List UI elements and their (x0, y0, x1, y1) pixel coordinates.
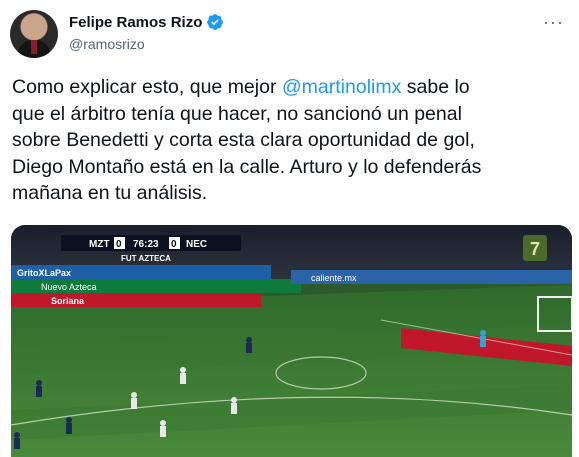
mention-link[interactable]: @martinolimx (282, 76, 401, 98)
ad-gritos: GritoXLaPax (17, 268, 71, 278)
ad-azteca: Nuevo Azteca (41, 282, 97, 292)
author-name[interactable]: Felipe Ramos Rizo (69, 14, 202, 31)
ad-soriana: Soriana (51, 296, 85, 306)
match-clock: 76:23 (133, 239, 159, 250)
tweet-text: Como explicar esto, que mejor @martinoli… (12, 74, 572, 207)
score-away: 0 (171, 239, 177, 250)
more-options-icon[interactable]: ··· (543, 12, 564, 33)
tweet-text-start: Como explicar esto, que mejor (12, 76, 282, 98)
svg-text:7: 7 (530, 239, 540, 259)
video-media[interactable]: GritoXLaPax Nuevo Azteca Soriana calient… (11, 225, 572, 457)
ad-board-red (11, 293, 261, 307)
ad-caliente: caliente.mx (311, 273, 357, 283)
channel-label: FUT AZTECA (121, 254, 171, 263)
author-name-row: Felipe Ramos Rizo (69, 13, 224, 31)
author-avatar[interactable] (10, 10, 58, 58)
score-away-team: NEC (186, 239, 207, 250)
verified-badge-icon (207, 14, 224, 30)
score-home: 0 (116, 239, 122, 250)
video-frame: GritoXLaPax Nuevo Azteca Soriana calient… (11, 225, 572, 457)
tweet-header: Felipe Ramos Rizo @ramosrizo ··· (10, 10, 570, 60)
author-handle[interactable]: @ramosrizo (69, 36, 145, 52)
score-home-team: MZT (89, 239, 110, 250)
